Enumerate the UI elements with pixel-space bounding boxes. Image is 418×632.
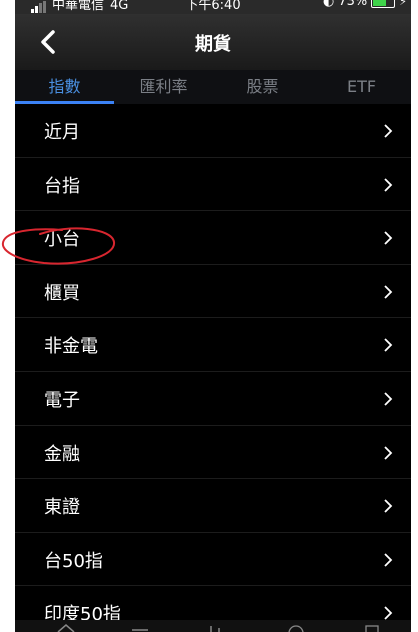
chevron-right-icon: [384, 553, 393, 567]
list-item-label: 小台: [44, 229, 80, 251]
list-item-mini-taiex[interactable]: 小台: [15, 211, 411, 265]
home-icon[interactable]: [55, 624, 77, 632]
tab-stocks[interactable]: 股票: [213, 70, 312, 104]
list-icon[interactable]: [129, 624, 151, 632]
futures-list: 近月 台指 小台 櫃買 非金電 電子 金融 東證 台50指 印度50指: [15, 104, 411, 632]
list-item-label: 東證: [44, 497, 80, 519]
chevron-right-icon: [384, 392, 393, 406]
category-tabs: 指數 匯利率 股票 ETF: [15, 70, 411, 104]
list-item-electronics[interactable]: 電子: [15, 372, 411, 426]
chevron-right-icon: [384, 177, 393, 192]
list-item-taiex[interactable]: 台指: [15, 158, 411, 212]
list-item-label: 電子: [44, 389, 80, 411]
tab-fx-rates[interactable]: 匯利率: [114, 70, 213, 104]
document-icon[interactable]: [361, 624, 383, 632]
chart-icon[interactable]: [205, 624, 227, 632]
tab-index[interactable]: 指數: [15, 70, 114, 104]
list-item-topix[interactable]: 東證: [15, 479, 411, 533]
chevron-right-icon: [384, 606, 393, 620]
charging-icon: ⚡: [399, 0, 407, 8]
page-title: 期貨: [195, 34, 231, 55]
status-bar: 中華電信 4G 下午6:40 ◐ 73% ⚡: [15, 0, 411, 14]
battery-icon: [371, 0, 396, 8]
list-item-otc[interactable]: 櫃買: [15, 265, 411, 319]
status-time: 下午6:40: [185, 0, 241, 13]
chevron-right-icon: [384, 285, 393, 299]
list-item-tw50[interactable]: 台50指: [15, 533, 411, 587]
list-item-label: 台指: [44, 175, 80, 197]
chevron-right-icon: [384, 231, 393, 245]
list-item-label: 近月: [44, 122, 80, 143]
list-item-near-month[interactable]: 近月: [15, 104, 411, 158]
chevron-right-icon: [384, 338, 393, 353]
list-item-finance[interactable]: 金融: [15, 426, 411, 480]
list-item-label: 金融: [44, 443, 80, 465]
list-item-label: 非金電: [44, 336, 98, 358]
list-item-label: 台50指: [44, 550, 103, 572]
status-right: ◐ 73% ⚡: [323, 0, 407, 9]
battery-percent: 73%: [338, 0, 368, 9]
bottom-tab-bar: [15, 620, 411, 632]
list-item-non-fin-elec[interactable]: 非金電: [15, 318, 411, 372]
chevron-right-icon: [384, 499, 393, 513]
chevron-right-icon: [384, 445, 393, 460]
globe-icon[interactable]: [285, 624, 307, 632]
alarm-icon: ◐: [323, 0, 335, 9]
list-item-label: 櫃買: [44, 282, 80, 304]
tab-etf[interactable]: ETF: [312, 70, 411, 104]
app-screen: 中華電信 4G 下午6:40 ◐ 73% ⚡ 期貨 指數 匯利率 股票 ETF …: [15, 0, 411, 632]
chevron-right-icon: [384, 124, 393, 138]
nav-bar: 期貨: [15, 14, 411, 70]
